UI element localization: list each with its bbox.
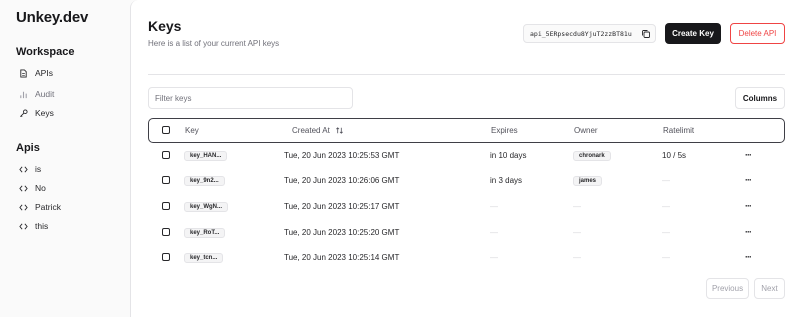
expires-cell: — (490, 228, 498, 237)
key-id-badge[interactable]: key_HAN... (184, 150, 228, 161)
page-title: Keys (148, 18, 182, 34)
key-icon (18, 108, 28, 118)
ratelimit-cell: 10 / 5s (662, 151, 687, 160)
ratelimit-cell: — (662, 176, 670, 185)
table-row[interactable]: key_9n2... Tue, 20 Jun 2023 10:26:06 GMT… (148, 168, 785, 193)
table-row[interactable]: key_WgN... Tue, 20 Jun 2023 10:25:17 GMT… (148, 194, 785, 219)
column-header-created-at[interactable]: Created At (292, 119, 344, 142)
sidebar-item-label: Audit (35, 89, 55, 99)
sidebar-item-api-is[interactable]: is (18, 161, 41, 177)
column-header-expires[interactable]: Expires (491, 119, 518, 142)
row-actions-icon[interactable]: ··· (742, 227, 754, 237)
create-key-button[interactable]: Create Key (665, 23, 721, 44)
code-icon (18, 221, 28, 231)
table-row[interactable]: key_RoT... Tue, 20 Jun 2023 10:25:20 GMT… (148, 220, 785, 245)
sidebar-item-audit[interactable]: Audit (18, 86, 54, 102)
brand-logo[interactable]: Unkey.dev (16, 9, 88, 26)
api-id-field[interactable]: api_5ERpsecdu8YjuT2zzBT81u (523, 24, 656, 43)
sidebar-item-label: Patrick (35, 202, 61, 212)
column-header-ratelimit[interactable]: Ratelimit (663, 119, 694, 142)
expires-cell: in 3 days (490, 176, 523, 185)
created-at-cell: Tue, 20 Jun 2023 10:25:14 GMT (284, 253, 400, 262)
column-header-owner[interactable]: Owner (574, 119, 598, 142)
table-row[interactable]: key_tcn... Tue, 20 Jun 2023 10:25:14 GMT… (148, 245, 785, 270)
workspace-section-title: Workspace (16, 46, 75, 58)
key-id-badge[interactable]: key_RoT... (184, 227, 226, 238)
sidebar-item-label: Keys (35, 108, 54, 118)
sidebar-item-label: is (35, 164, 42, 174)
code-icon (18, 183, 28, 193)
column-header-key[interactable]: Key (185, 119, 199, 142)
ratelimit-cell: — (662, 253, 670, 262)
owner-cell: — (573, 228, 581, 237)
page-subtitle: Here is a list of your current API keys (148, 39, 280, 48)
ratelimit-cell: — (662, 202, 670, 211)
expires-cell: — (490, 202, 498, 211)
sidebar-item-label: No (35, 183, 46, 193)
main-panel: Keys Here is a list of your current API … (130, 0, 800, 317)
owner-badge: james (573, 175, 603, 186)
expires-cell: in 10 days (490, 151, 527, 160)
next-page-button[interactable]: Next (754, 278, 785, 299)
select-all-checkbox[interactable] (162, 126, 170, 134)
owner-badge: chronark (573, 150, 611, 161)
row-actions-icon[interactable]: ··· (742, 150, 754, 160)
table-row[interactable]: key_HAN... Tue, 20 Jun 2023 10:25:53 GMT… (148, 143, 785, 168)
row-checkbox[interactable] (162, 253, 170, 261)
code-icon (18, 164, 28, 174)
previous-page-button[interactable]: Previous (706, 278, 749, 299)
copy-icon[interactable] (641, 29, 651, 39)
row-actions-icon[interactable]: ··· (742, 201, 754, 211)
columns-button[interactable]: Columns (735, 87, 785, 109)
row-actions-icon[interactable]: ··· (742, 175, 754, 185)
sidebar-item-label: APIs (35, 68, 53, 78)
sort-icon[interactable] (335, 126, 344, 135)
owner-cell: — (573, 202, 581, 211)
sidebar-item-keys[interactable]: Keys (18, 105, 54, 121)
owner-cell: — (573, 253, 581, 262)
row-checkbox[interactable] (162, 151, 170, 159)
sidebar-item-label: this (35, 221, 49, 231)
key-id-badge[interactable]: key_WgN... (184, 201, 229, 212)
created-at-cell: Tue, 20 Jun 2023 10:25:20 GMT (284, 228, 400, 237)
table-header: Key Created At Expires Owner Ratelimit (148, 118, 785, 143)
apis-section-title: Apis (16, 142, 40, 154)
api-id-text: api_5ERpsecdu8YjuT2zzBT81u (530, 29, 632, 38)
created-at-cell: Tue, 20 Jun 2023 10:26:06 GMT (284, 176, 400, 185)
row-checkbox[interactable] (162, 228, 170, 236)
created-at-cell: Tue, 20 Jun 2023 10:25:17 GMT (284, 202, 400, 211)
bar-chart-icon (18, 89, 28, 99)
column-header-label: Created At (292, 126, 330, 135)
key-id-badge[interactable]: key_tcn... (184, 252, 224, 263)
created-at-cell: Tue, 20 Jun 2023 10:25:53 GMT (284, 151, 400, 160)
sidebar: Unkey.dev Workspace APIs Audit Keys Apis… (0, 0, 130, 317)
row-actions-icon[interactable]: ··· (742, 252, 754, 262)
sidebar-item-api-this[interactable]: this (18, 218, 48, 234)
ratelimit-cell: — (662, 228, 670, 237)
row-checkbox[interactable] (162, 202, 170, 210)
sidebar-item-api-no[interactable]: No (18, 180, 46, 196)
sidebar-item-apis[interactable]: APIs (18, 65, 53, 81)
key-id-badge[interactable]: key_9n2... (184, 175, 225, 186)
file-icon (18, 68, 28, 78)
delete-api-button[interactable]: Delete API (730, 23, 785, 44)
expires-cell: — (490, 253, 498, 262)
header-divider (148, 74, 785, 75)
code-icon (18, 202, 28, 212)
sidebar-item-api-patrick[interactable]: Patrick (18, 199, 61, 215)
filter-keys-input[interactable] (148, 87, 353, 109)
row-checkbox[interactable] (162, 176, 170, 184)
